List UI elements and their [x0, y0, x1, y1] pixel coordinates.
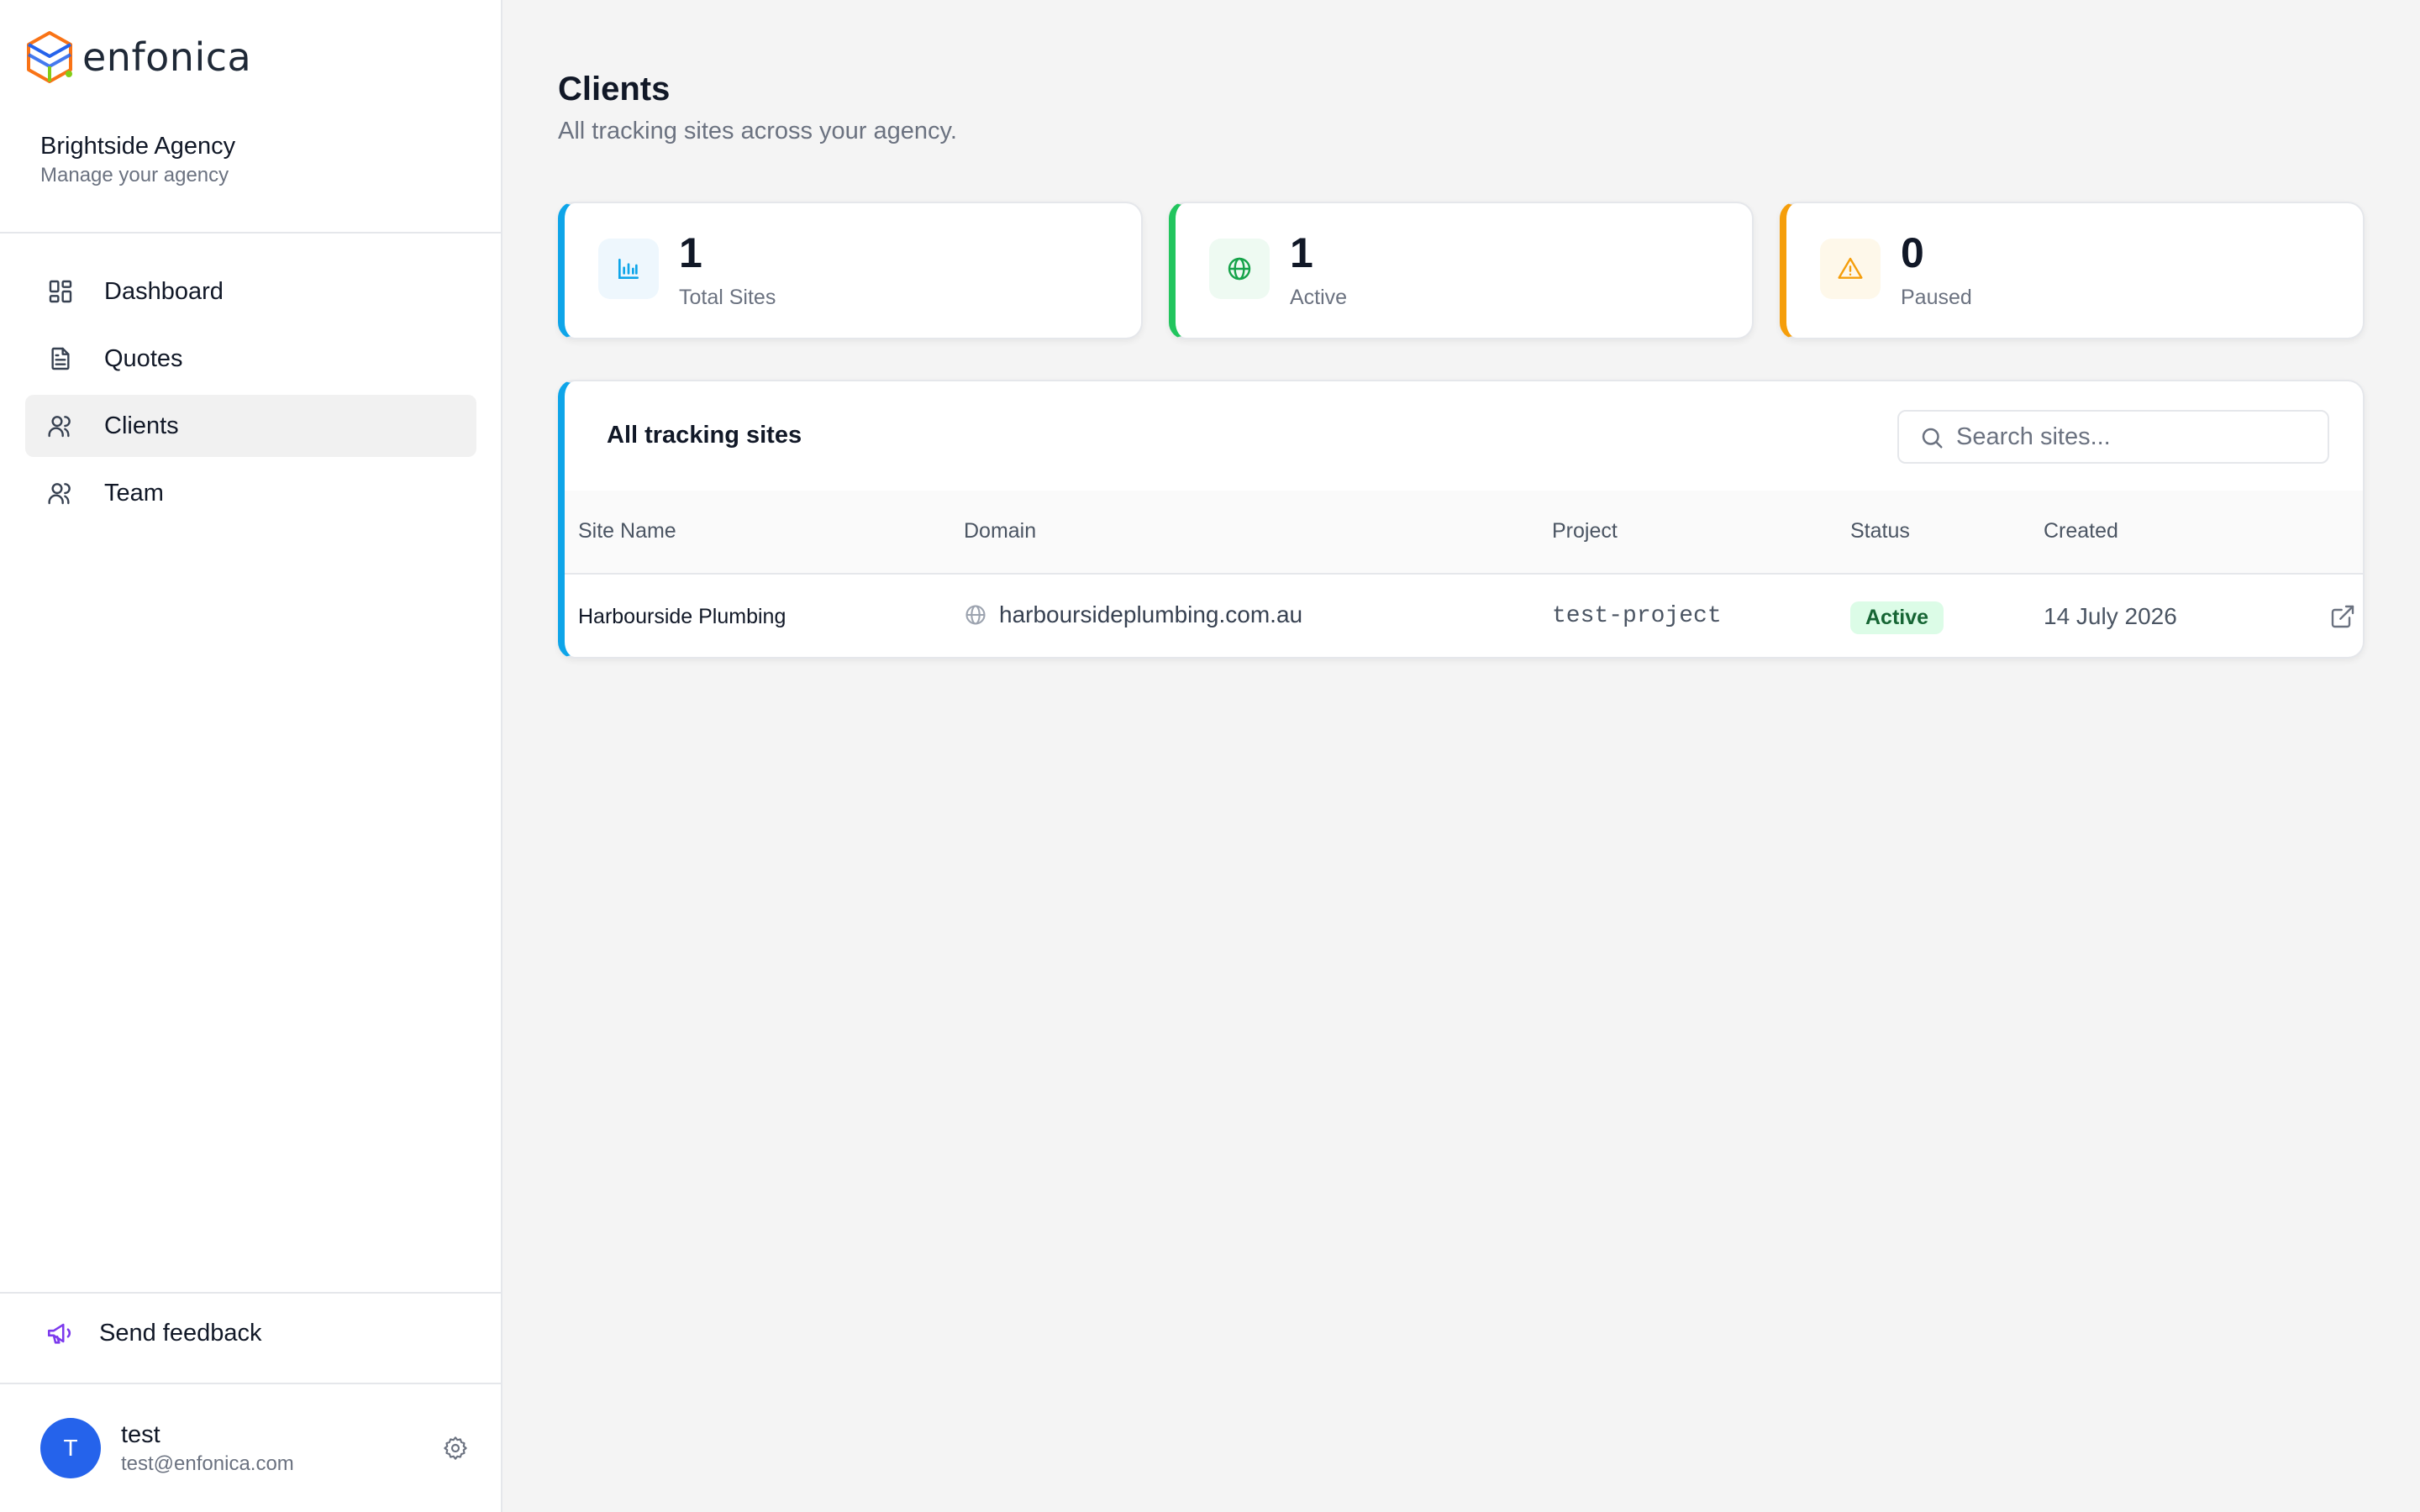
sidebar-divider: [0, 1383, 501, 1384]
user-name: test: [121, 1420, 160, 1448]
sidebar-item-label: Clients: [104, 412, 179, 439]
enfonica-logo-icon: [27, 31, 72, 83]
sidebar-nav: Dashboard Quotes Clients Team: [25, 260, 476, 529]
sidebar-item-label: Team: [104, 479, 164, 507]
external-link-icon[interactable]: [2329, 603, 2356, 630]
brand-name: enfonica: [82, 34, 252, 80]
sidebar-item-team[interactable]: Team: [25, 462, 476, 524]
org-info: Brightside Agency Manage your agency: [40, 133, 235, 187]
stat-card-active: 1 Active: [1169, 202, 1754, 339]
created-date: 14 July 2026: [2044, 603, 2177, 629]
column-header[interactable]: Status: [1850, 519, 1910, 543]
table-title: All tracking sites: [607, 422, 802, 449]
send-feedback-label: Send feedback: [99, 1319, 262, 1347]
stat-value: 1: [679, 229, 702, 276]
stat-value: 1: [1290, 229, 1313, 276]
page-title: Clients: [558, 71, 671, 108]
sidebar-divider: [0, 1292, 501, 1294]
table-row[interactable]: Harbourside Plumbing harboursideplumbing…: [565, 576, 2363, 657]
table-header: Site Name Domain Project Status Created: [565, 491, 2363, 575]
stat-card-paused: 0 Paused: [1780, 202, 2365, 339]
search-input[interactable]: [1956, 418, 2309, 455]
column-header[interactable]: Domain: [964, 519, 1036, 543]
stat-icon-container: [598, 239, 659, 299]
globe-icon: [965, 605, 986, 625]
stat-label: Paused: [1901, 286, 1972, 309]
user-email: test@enfonica.com: [121, 1452, 294, 1475]
status-badge: Active: [1850, 601, 1944, 634]
sidebar-item-label: Dashboard: [104, 277, 224, 305]
users-icon: [48, 416, 71, 438]
search-box[interactable]: [1897, 410, 2329, 464]
domain-text: harboursideplumbing.com.au: [999, 601, 1303, 627]
search-icon: [1922, 428, 1943, 449]
domain-cell: harboursideplumbing.com.au: [964, 601, 1302, 628]
send-feedback-button[interactable]: Send feedback: [45, 1319, 261, 1347]
stat-icon-container: [1820, 239, 1881, 299]
stat-value: 0: [1901, 229, 1924, 276]
column-header[interactable]: Site Name: [578, 519, 676, 543]
warning-icon: [1838, 257, 1863, 279]
sidebar-item-quotes[interactable]: Quotes: [25, 328, 476, 390]
main-content: Clients All tracking sites across your a…: [502, 0, 2420, 1512]
user-profile[interactable]: T test test@enfonica.com: [40, 1418, 469, 1478]
column-header[interactable]: Project: [1552, 519, 1618, 543]
document-icon: [51, 347, 70, 370]
org-name: Brightside Agency: [40, 133, 236, 160]
sidebar: enfonica Brightside Agency Manage your a…: [0, 0, 502, 1512]
globe-icon: [1228, 257, 1251, 281]
stat-label: Active: [1290, 286, 1348, 309]
avatar: T: [40, 1418, 101, 1478]
sidebar-item-dashboard[interactable]: Dashboard: [25, 260, 476, 323]
stat-label: Total Sites: [679, 286, 776, 309]
stat-card-total-sites: 1 Total Sites: [558, 202, 1143, 339]
dashboard-icon: [49, 280, 72, 303]
sidebar-divider: [0, 232, 501, 234]
user-info: test test@enfonica.com: [121, 1421, 294, 1476]
project-name: test-project: [1552, 603, 1722, 629]
column-header[interactable]: Created: [2044, 519, 2118, 543]
megaphone-icon: [47, 1323, 71, 1344]
users-icon: [48, 483, 71, 505]
stat-icon-container: [1209, 239, 1270, 299]
sidebar-item-label: Quotes: [104, 344, 183, 372]
brand-logo[interactable]: enfonica: [25, 30, 251, 84]
org-subtitle: Manage your agency: [40, 164, 229, 186]
sidebar-item-clients[interactable]: Clients: [25, 395, 476, 457]
gear-icon[interactable]: [442, 1435, 469, 1462]
page-subtitle: All tracking sites across your agency.: [558, 118, 957, 144]
site-name[interactable]: Harbourside Plumbing: [578, 605, 786, 629]
bar-chart-icon: [618, 259, 639, 279]
tracking-sites-table: All tracking sites Site Name Domain Proj…: [558, 380, 2365, 659]
